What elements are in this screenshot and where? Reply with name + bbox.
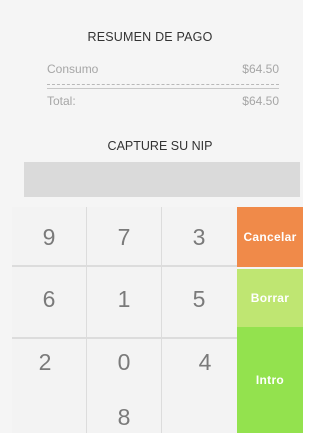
payment-summary-title: RESUMEN DE PAGO (87, 30, 213, 44)
key-4[interactable]: 4 (168, 349, 242, 376)
total-value: $64.50 (242, 94, 279, 108)
pin-input[interactable] (24, 162, 300, 197)
key-9[interactable]: 9 (12, 224, 86, 251)
key-6[interactable]: 6 (12, 286, 86, 313)
consumo-label: Consumo (47, 62, 99, 76)
keypad-divider (12, 265, 237, 267)
enter-button[interactable]: Intro (237, 327, 303, 433)
key-8[interactable]: 8 (87, 404, 161, 431)
key-5[interactable]: 5 (162, 286, 236, 313)
key-3[interactable]: 3 (162, 224, 236, 251)
consumo-value: $64.50 (242, 62, 279, 76)
total-label: Total: (47, 94, 76, 108)
keypad-divider (12, 337, 237, 339)
key-7[interactable]: 7 (87, 224, 161, 251)
payment-screen: RESUMEN DE PAGO Consumo $64.50 Total: $6… (0, 0, 303, 433)
cancel-button[interactable]: Cancelar (237, 207, 303, 267)
total-row: Total: $64.50 (47, 94, 279, 108)
erase-button[interactable]: Borrar (237, 269, 303, 327)
consumo-row: Consumo $64.50 (47, 62, 279, 76)
capture-pin-title: CAPTURE SU NIP (107, 139, 213, 153)
key-0[interactable]: 0 (87, 349, 161, 376)
key-1[interactable]: 1 (87, 286, 161, 313)
key-2[interactable]: 2 (8, 349, 82, 376)
summary-divider-dashed (47, 84, 279, 85)
summary-divider-solid (47, 88, 279, 89)
